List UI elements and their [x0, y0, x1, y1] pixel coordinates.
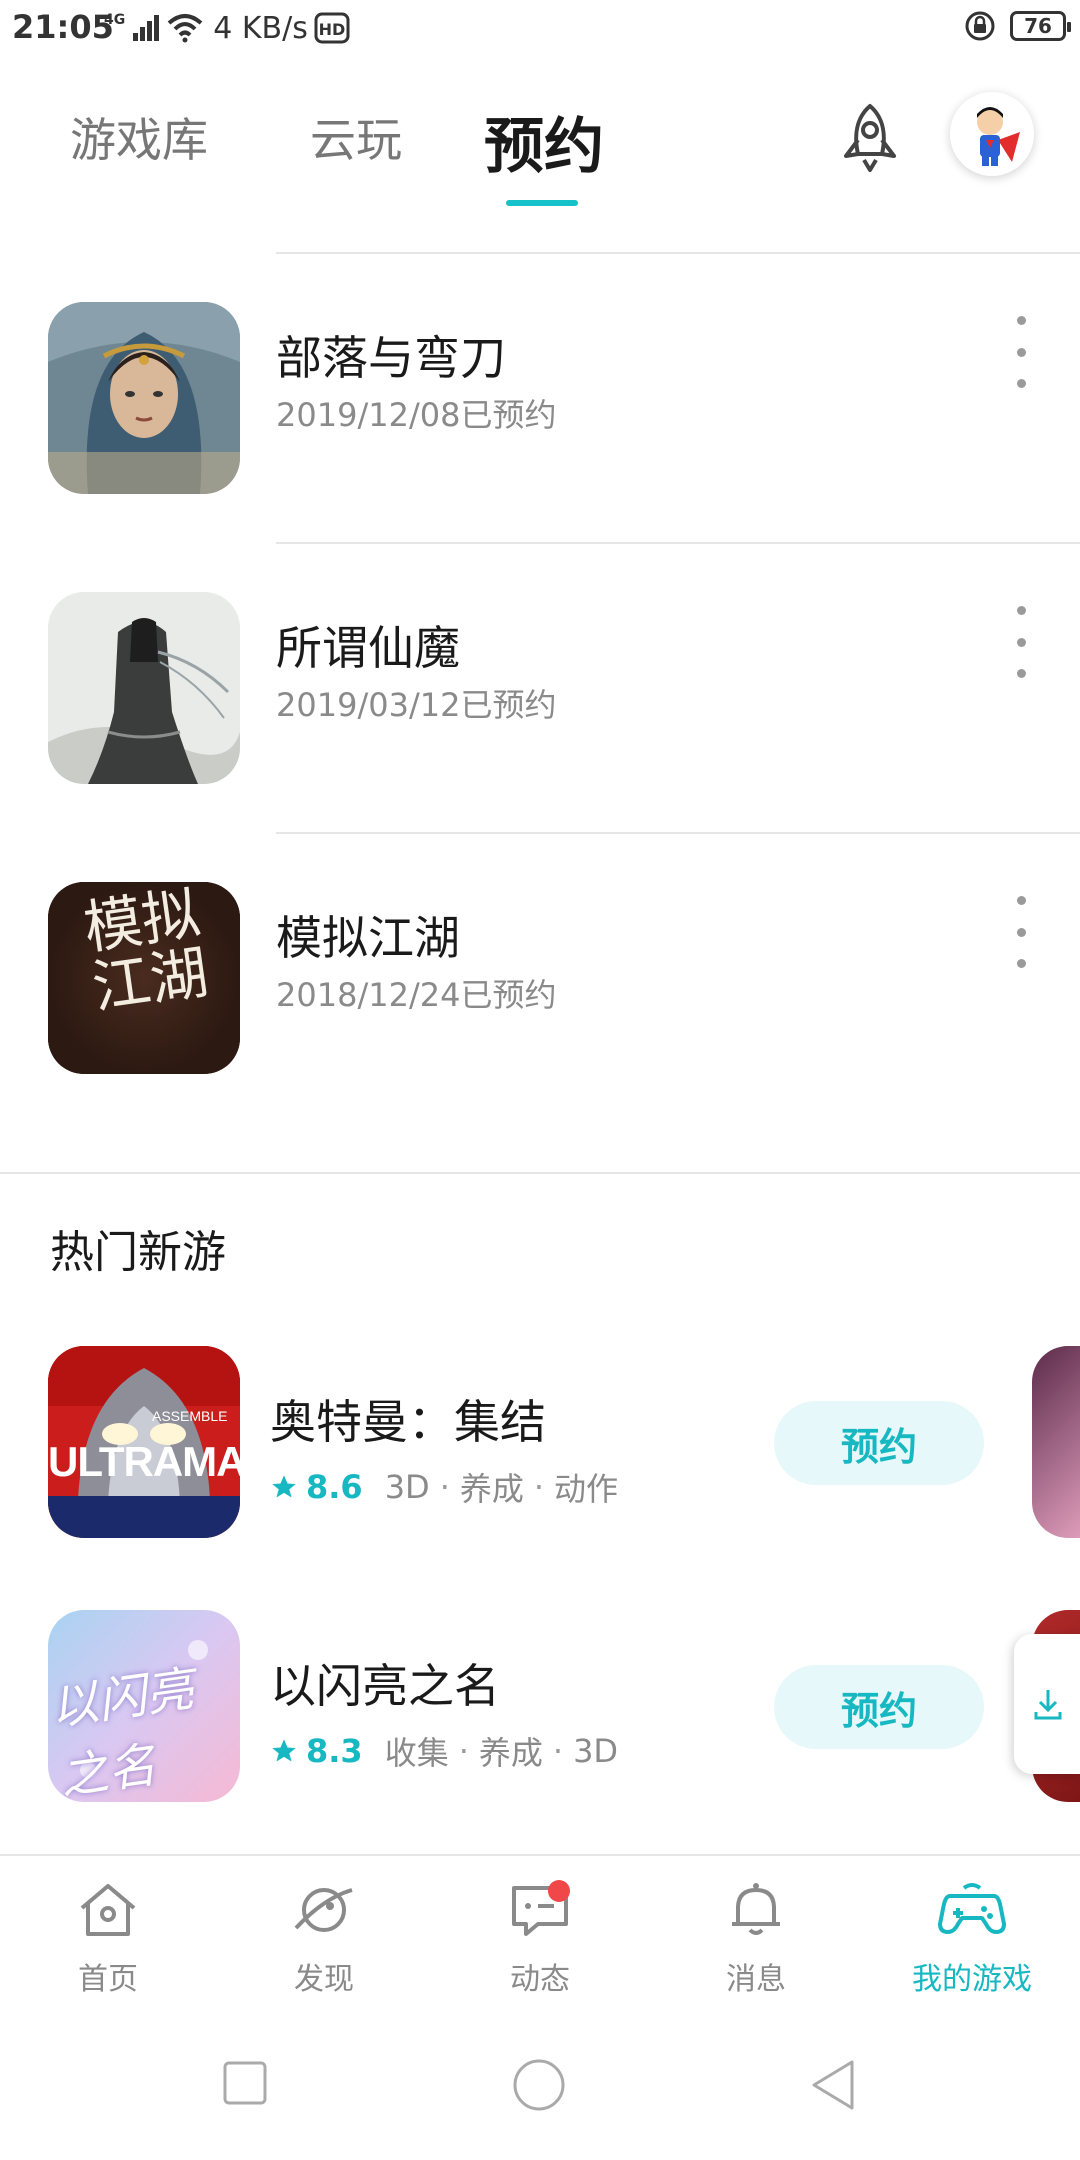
home-button-icon[interactable]	[512, 2058, 566, 2112]
status-left-icons: 4G 4 KB/s HD	[104, 10, 350, 46]
tag-separator: ·	[552, 1732, 564, 1770]
hot-game-item[interactable]: ULTRAMAN ASSEMBLE 奥特曼：集结 8.6 3D · 养成 · 动…	[0, 1346, 1080, 1546]
reserve-button[interactable]: 预约	[774, 1401, 984, 1485]
home-icon	[72, 1878, 144, 1942]
nav-item-home[interactable]: 首页	[0, 1856, 216, 2016]
nav-label: 动态	[510, 1962, 570, 1997]
bottom-navigation: 首页 发现 动态 消息 我的游戏	[0, 1854, 1080, 2016]
gamepad-icon	[936, 1878, 1008, 1942]
game-icon-tribe-blade	[48, 302, 240, 494]
game-icon-xianmo	[48, 592, 240, 784]
game-tag: 3D	[384, 1468, 430, 1506]
avatar[interactable]	[950, 92, 1034, 176]
tab-reservation[interactable]: 预约	[484, 98, 604, 185]
ultraman-tag-text: ASSEMBLE	[152, 1408, 228, 1424]
section-divider	[0, 1172, 1080, 1174]
more-options-icon[interactable]	[1006, 606, 1036, 678]
network-type-label: 4G	[104, 12, 126, 28]
reserve-button[interactable]: 预约	[774, 1665, 984, 1749]
system-navigation-bar	[0, 2030, 1080, 2160]
reserved-date: 2018/12/24已预约	[276, 976, 557, 1014]
game-tag: 动作	[554, 1470, 619, 1508]
list-divider	[276, 832, 1080, 834]
game-tag: 养成	[478, 1734, 543, 1772]
hot-game-meta: 8.6 3D · 养成 · 动作	[270, 1464, 618, 1510]
chat-icon	[504, 1878, 576, 1942]
game-icon-jianghu: 模拟江湖	[48, 882, 240, 1074]
signal-icon	[133, 15, 160, 41]
hot-game-item[interactable]: 以闪亮之名 以闪亮之名 8.3 收集 · 养成 · 3D 预约	[0, 1610, 1080, 1810]
rating-value: 8.6	[306, 1468, 363, 1506]
game-icon-ultraman: ULTRAMAN ASSEMBLE	[48, 1346, 240, 1538]
tab-cloud-play[interactable]: 云玩	[310, 104, 402, 170]
tab-game-library[interactable]: 游戏库	[70, 104, 208, 170]
nav-label: 首页	[78, 1962, 138, 1997]
more-options-icon[interactable]	[1006, 896, 1036, 968]
tag-separator: ·	[458, 1732, 469, 1770]
reserved-game-item[interactable]: 所谓仙魔 2019/03/12已预约	[0, 592, 1080, 882]
floating-download-tab[interactable]	[1014, 1634, 1080, 1774]
recent-apps-icon[interactable]	[222, 2060, 268, 2106]
game-tag: 养成	[459, 1470, 524, 1508]
list-divider	[276, 542, 1080, 544]
active-tab-indicator	[506, 200, 578, 206]
reserved-game-item[interactable]: 部落与弯刀 2019/12/08已预约	[0, 302, 1080, 592]
nav-item-messages[interactable]: 消息	[648, 1856, 864, 2016]
bell-icon	[720, 1878, 792, 1942]
network-speed: 4 KB/s	[213, 10, 308, 46]
reserved-date: 2019/03/12已预约	[276, 686, 557, 724]
hot-game-title: 以闪亮之名	[270, 1659, 500, 1713]
rating-value: 8.3	[306, 1732, 363, 1770]
game-tag: 收集	[384, 1734, 449, 1772]
planet-icon	[288, 1878, 360, 1942]
section-title-hot-games: 热门新游	[50, 1227, 226, 1278]
shining-logo-text: 以闪亮之名	[48, 1661, 198, 1802]
nav-item-discover[interactable]: 发现	[216, 1856, 432, 2016]
status-bar: 21:05 4G 4 KB/s HD 76	[0, 0, 1080, 56]
next-game-peek[interactable]	[1032, 1346, 1080, 1538]
rocket-icon[interactable]	[832, 100, 908, 176]
nav-label: 发现	[294, 1962, 354, 1997]
header-divider	[276, 252, 1080, 254]
download-icon	[1034, 1690, 1062, 1720]
reserved-date: 2019/12/08已预约	[276, 396, 557, 434]
reserved-game-title: 部落与弯刀	[276, 331, 506, 385]
nav-label: 我的游戏	[912, 1962, 1032, 1997]
battery-icon: 76	[1010, 11, 1071, 41]
reserved-game-title: 模拟江湖	[276, 911, 460, 965]
wifi-icon	[167, 14, 203, 43]
hot-game-title: 奥特曼：集结	[270, 1395, 546, 1449]
star-icon	[272, 1739, 296, 1762]
hd-call-icon: HD	[314, 12, 350, 44]
back-icon[interactable]	[808, 2058, 858, 2112]
game-tag: 3D	[573, 1732, 619, 1770]
rotation-lock-icon	[965, 11, 995, 41]
nav-item-my-games[interactable]: 我的游戏	[864, 1856, 1080, 2016]
status-time: 21:05	[12, 8, 114, 46]
status-right-icons: 76	[964, 10, 1071, 42]
nav-item-feed[interactable]: 动态	[432, 1856, 648, 2016]
reserved-game-title: 所谓仙魔	[276, 621, 460, 675]
jianghu-logo-text: 模拟江湖	[79, 882, 213, 1022]
star-icon	[272, 1475, 296, 1498]
hot-game-meta: 8.3 收集 · 养成 · 3D	[270, 1728, 618, 1774]
more-options-icon[interactable]	[1006, 316, 1036, 388]
ultraman-logo-text: ULTRAMAN	[48, 1438, 240, 1485]
tag-separator: ·	[439, 1468, 450, 1506]
game-icon-shining-name: 以闪亮之名	[48, 1610, 240, 1802]
nav-label: 消息	[726, 1962, 786, 1997]
reserved-game-item[interactable]: 模拟江湖 模拟江湖 2018/12/24已预约	[0, 882, 1080, 1172]
tag-separator: ·	[533, 1468, 545, 1506]
svg-text:HD: HD	[319, 20, 346, 39]
notification-badge	[548, 1880, 570, 1902]
